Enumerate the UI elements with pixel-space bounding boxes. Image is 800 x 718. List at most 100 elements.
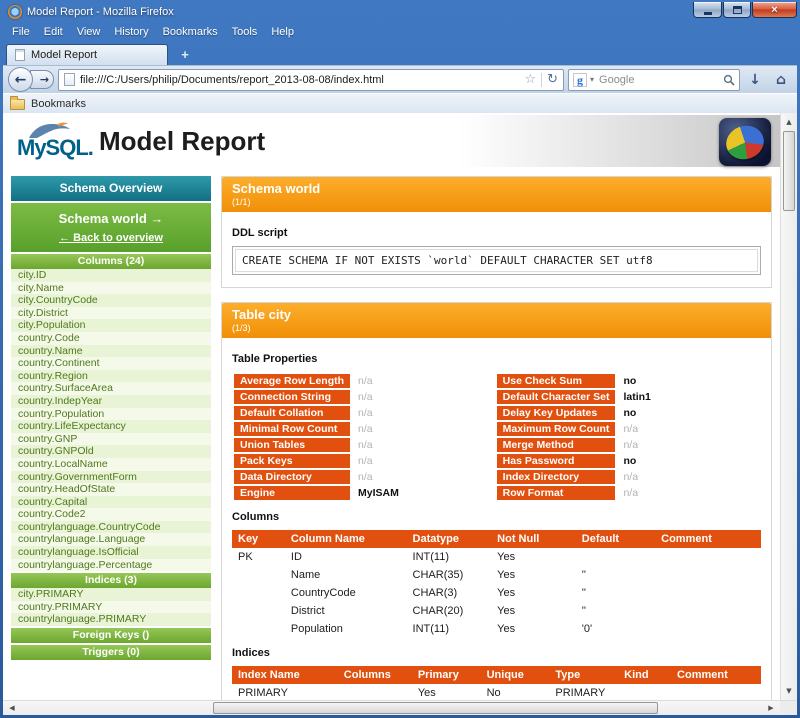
minimize-icon	[704, 12, 712, 15]
mysql-logo: MySQL.	[17, 135, 93, 161]
property-row: Union Tablesn/aMerge Methodn/a	[234, 438, 759, 452]
sidebar-column-link[interactable]: country.GNPOld	[11, 445, 211, 458]
property-value: n/a	[352, 438, 495, 452]
columns-table: KeyColumn NameDatatypeNot NullDefaultCom…	[232, 530, 761, 638]
schema-section-body: DDL script CREATE SCHEMA IF NOT EXISTS `…	[222, 212, 771, 287]
sidebar-column-link[interactable]: country.LocalName	[11, 458, 211, 471]
sidebar-column-link[interactable]: city.Population	[11, 319, 211, 332]
close-button[interactable]: ×	[752, 2, 797, 18]
back-to-overview-link[interactable]: ← Back to overview	[15, 232, 207, 244]
table-cell	[671, 684, 761, 700]
property-value: n/a	[352, 470, 495, 484]
search-engine-dropdown-icon[interactable]: ▾	[590, 75, 594, 84]
sidebar-column-link[interactable]: city.Name	[11, 282, 211, 295]
sidebar-column-link[interactable]: country.HeadOfState	[11, 483, 211, 496]
indices-table-head: Index NameColumnsPrimaryUniqueTypeKindCo…	[232, 666, 761, 684]
horizontal-scroll-thumb[interactable]	[213, 702, 658, 714]
sidebar-column-link[interactable]: countrylanguage.CountryCode	[11, 521, 211, 534]
table-cell: Yes	[491, 548, 576, 566]
sidebar-column-link[interactable]: country.Capital	[11, 496, 211, 509]
sidebar-column-link[interactable]: country.Population	[11, 408, 211, 421]
table-cell: CountryCode	[285, 584, 407, 602]
sidebar-column-link[interactable]: country.GNP	[11, 433, 211, 446]
new-tab-button[interactable]: +	[172, 46, 198, 63]
tab-model-report[interactable]: Model Report	[6, 44, 168, 65]
sidebar-column-link[interactable]: city.District	[11, 307, 211, 320]
bookmark-star-icon[interactable]: ☆	[524, 72, 536, 87]
forward-button[interactable]: →	[30, 70, 54, 89]
sidebar-column-link[interactable]: country.SurfaceArea	[11, 382, 211, 395]
menu-tools[interactable]: Tools	[225, 24, 265, 40]
back-button[interactable]: ←	[8, 67, 33, 92]
sidebar-index-link[interactable]: country.PRIMARY	[11, 601, 211, 614]
sidebar-index-link[interactable]: city.PRIMARY	[11, 588, 211, 601]
property-value: n/a	[352, 422, 495, 436]
table-row: PRIMARYYesNoPRIMARY	[232, 684, 761, 700]
scroll-up-arrow[interactable]: ▲	[781, 114, 797, 130]
minimize-button[interactable]	[693, 2, 722, 18]
property-row: Minimal Row Countn/aMaximum Row Countn/a	[234, 422, 759, 436]
sidebar-column-link[interactable]: city.CountryCode	[11, 294, 211, 307]
title-bar[interactable]: Model Report - Mozilla Firefox ×	[3, 0, 797, 22]
menu-file[interactable]: File	[5, 24, 37, 40]
bookmarks-folder[interactable]: Bookmarks	[10, 97, 86, 110]
sidebar-column-link[interactable]: country.Continent	[11, 357, 211, 370]
sidebar-column-link[interactable]: country.Code	[11, 332, 211, 345]
scroll-right-arrow[interactable]: ▶	[763, 701, 779, 715]
menu-help[interactable]: Help	[264, 24, 301, 40]
sidebar-column-link[interactable]: country.Code2	[11, 508, 211, 521]
google-icon: g	[573, 73, 587, 87]
navigation-toolbar: ← → file:///C:/Users/philip/Documents/re…	[3, 65, 797, 93]
report-page: MySQL. Model Report Schema Overview Sche…	[3, 113, 780, 700]
sidebar-column-link[interactable]: countrylanguage.Percentage	[11, 559, 211, 572]
reload-icon[interactable]: ↻	[547, 72, 558, 87]
forward-arrow-icon: →	[40, 73, 49, 86]
maximize-button[interactable]	[723, 2, 751, 18]
sidebar: Schema Overview Schema world → ← Back to…	[11, 176, 211, 660]
search-input[interactable]	[597, 73, 720, 87]
table-cell: PK	[232, 548, 285, 566]
sidebar-columns-list: city.IDcity.Namecity.CountryCodecity.Dis…	[11, 269, 211, 571]
property-label: Pack Keys	[234, 454, 350, 468]
sidebar-column-link[interactable]: countrylanguage.Language	[11, 533, 211, 546]
property-value: no	[617, 374, 759, 388]
schema-section: Schema world (1/1) DDL script CREATE SCH…	[221, 176, 772, 288]
url-text[interactable]: file:///C:/Users/philip/Documents/report…	[80, 74, 519, 86]
sidebar-column-link[interactable]: country.LifeExpectancy	[11, 420, 211, 433]
table-cell: INT(11)	[407, 548, 492, 566]
url-bar[interactable]: file:///C:/Users/philip/Documents/report…	[58, 69, 564, 91]
table-city-section: Table city (1/3) Table Properties Averag…	[221, 302, 772, 700]
search-magnifier-icon[interactable]	[723, 74, 735, 86]
sidebar-column-link[interactable]: country.Region	[11, 370, 211, 383]
table-cell: CHAR(3)	[407, 584, 492, 602]
table-cell: Yes	[491, 584, 576, 602]
horizontal-scrollbar[interactable]: ◀ ▶	[3, 700, 797, 715]
sidebar-column-link[interactable]: country.Name	[11, 345, 211, 358]
property-value: no	[617, 454, 759, 468]
property-value: n/a	[617, 486, 759, 500]
scroll-down-arrow[interactable]: ▼	[781, 683, 797, 699]
property-label: Row Format	[497, 486, 616, 500]
table-city-section-header: Table city (1/3)	[222, 303, 771, 338]
home-button[interactable]: ⌂	[770, 69, 792, 91]
indices-table: Index NameColumnsPrimaryUniqueTypeKindCo…	[232, 666, 761, 700]
vertical-scrollbar[interactable]: ▲ ▼	[780, 113, 797, 700]
sidebar-column-link[interactable]: country.IndepYear	[11, 395, 211, 408]
menu-edit[interactable]: Edit	[37, 24, 70, 40]
schema-world-link[interactable]: Schema world →	[15, 211, 207, 226]
menu-view[interactable]: View	[70, 24, 108, 40]
downloads-button[interactable]: ↓	[744, 69, 766, 91]
search-box[interactable]: g ▾	[568, 69, 740, 91]
sidebar-column-link[interactable]: country.GovernmentForm	[11, 471, 211, 484]
sidebar-column-link[interactable]: countrylanguage.IsOfficial	[11, 546, 211, 559]
sidebar-index-link[interactable]: countrylanguage.PRIMARY	[11, 613, 211, 626]
vertical-scroll-thumb[interactable]	[783, 131, 795, 211]
sidebar-column-link[interactable]: city.ID	[11, 269, 211, 282]
menu-bookmarks[interactable]: Bookmarks	[156, 24, 225, 40]
browser-window: Model Report - Mozilla Firefox × File Ed…	[0, 0, 800, 718]
table-cell	[232, 602, 285, 620]
menu-history[interactable]: History	[107, 24, 155, 40]
table-cell: ''	[576, 602, 655, 620]
property-row: Data Directoryn/aIndex Directoryn/a	[234, 470, 759, 484]
scroll-left-arrow[interactable]: ◀	[4, 701, 20, 715]
